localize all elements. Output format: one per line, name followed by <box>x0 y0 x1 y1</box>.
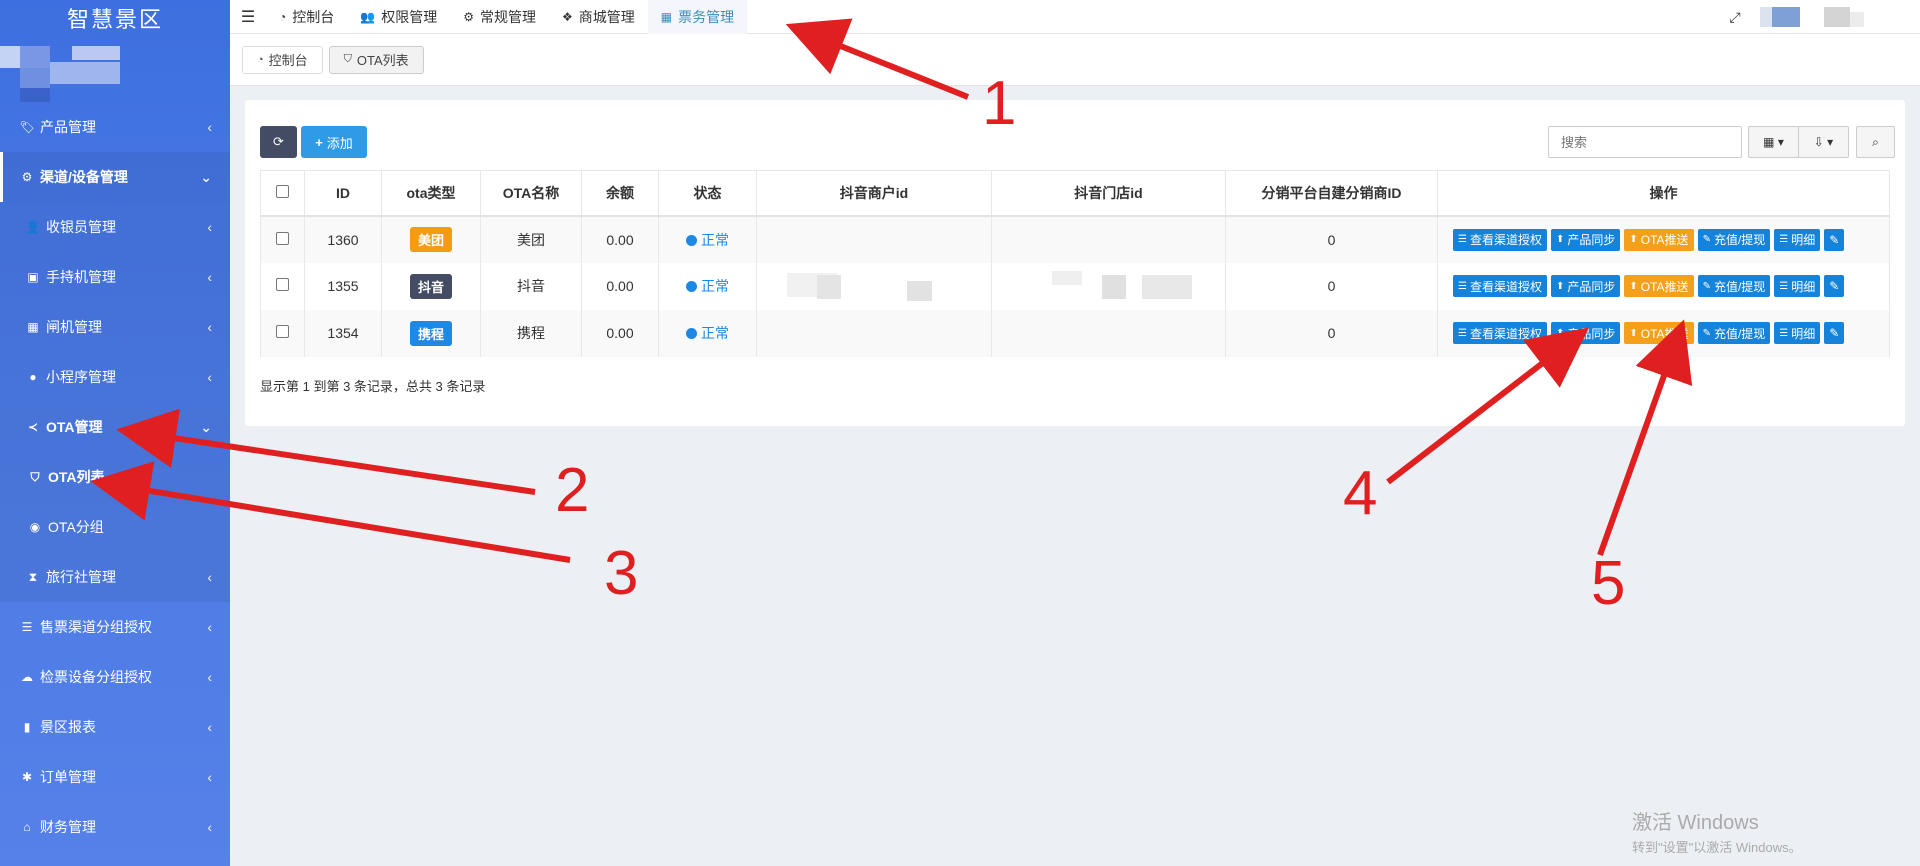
windows-activation-watermark: 激活 Windows 转到"设置"以激活 Windows。 <box>1632 806 1802 856</box>
annotation-number-2: 2 <box>555 456 590 525</box>
annotation-arrow-4 <box>1386 327 1590 485</box>
annotation-arrows <box>90 18 1693 563</box>
annotation-arrow-2 <box>116 408 536 495</box>
annotation-arrow-3 <box>90 461 571 563</box>
watermark-title: 激活 Windows <box>1632 812 1759 834</box>
annotation-number-5: 5 <box>1591 549 1626 618</box>
annotation-arrow-5 <box>1597 319 1693 557</box>
watermark-subtitle: 转到"设置"以激活 Windows。 <box>1632 840 1802 855</box>
annotation-number-1: 1 <box>982 69 1017 138</box>
annotation-arrow-1 <box>785 18 970 100</box>
annotation-number-3: 3 <box>604 539 639 608</box>
annotation-number-4: 4 <box>1343 459 1378 528</box>
